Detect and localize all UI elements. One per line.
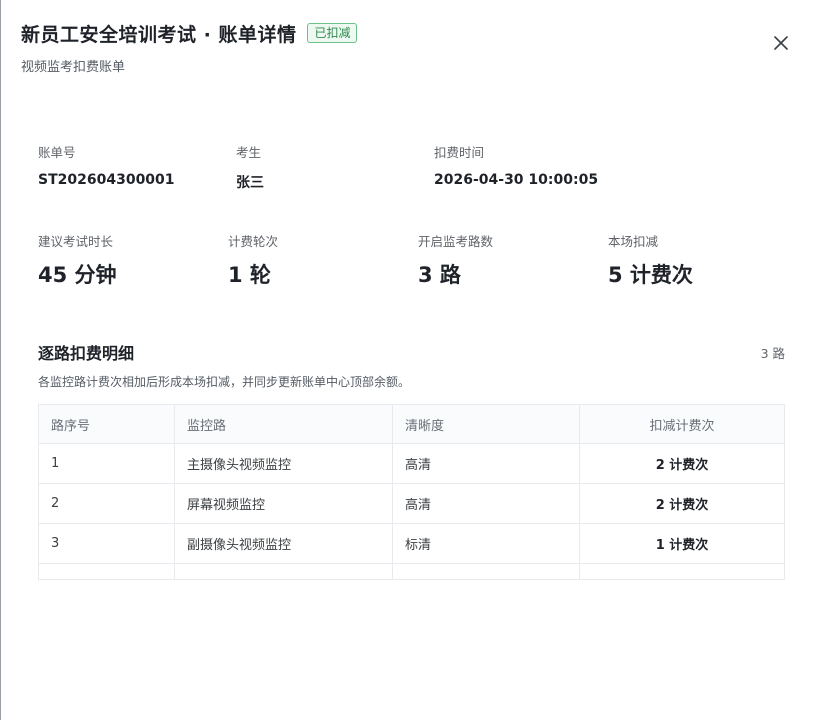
bill-detail-dialog: 新员工安全培训考试 · 账单详情 已扣减 视频监考扣费账单 账单号 ST2026…	[0, 0, 820, 720]
stat-billing-rounds: 计费轮次 1 轮	[228, 231, 418, 289]
stat-value: 45 分钟	[38, 263, 117, 287]
info-label: 考生	[236, 145, 262, 160]
section-header: 逐路扣费明细 3 路	[38, 340, 785, 364]
stat-label: 本场扣减	[608, 234, 659, 249]
cell-clarity: 标清	[392, 523, 580, 564]
cell-deduction: 2 计费次	[579, 443, 785, 484]
dialog-header: 新员工安全培训考试 · 账单详情 已扣减 视频监考扣费账单	[21, 18, 800, 75]
per-channel-detail-section: 逐路扣费明细 3 路 各监控路计费次相加后形成本场扣减，并同步更新账单中心顶部余…	[38, 340, 785, 580]
bill-info-grid: 账单号 ST202604300001 考生 张三 扣费时间 2026-04-30…	[38, 142, 798, 289]
column-header-deduction: 扣减计费次	[579, 404, 785, 444]
column-header-index: 路序号	[38, 404, 175, 444]
stat-label: 建议考试时长	[38, 234, 114, 249]
status-badge: 已扣减	[307, 23, 358, 43]
page-subtitle: 视频监考扣费账单	[21, 60, 126, 75]
stat-monitor-channels: 开启监考路数 3 路	[418, 231, 608, 289]
stat-exam-duration: 建议考试时长 45 分钟	[38, 231, 228, 289]
stat-label: 计费轮次	[228, 234, 279, 249]
cell-clarity: 高清	[392, 443, 580, 484]
column-header-clarity: 清晰度	[392, 404, 580, 444]
table-row: 3 副摄像头视频监控 标清 1 计费次	[38, 523, 785, 564]
info-value: ST202604300001	[38, 172, 175, 188]
cell-index: 2	[38, 483, 175, 524]
info-examinee: 考生 张三	[236, 142, 434, 192]
info-bill-number: 账单号 ST202604300001	[38, 142, 236, 192]
section-title: 逐路扣费明细	[38, 344, 135, 363]
table-row: 2 屏幕视频监控 高清 2 计费次	[38, 483, 785, 524]
cell-deduction: 2 计费次	[579, 483, 785, 524]
title-row: 新员工安全培训考试 · 账单详情 已扣减	[21, 18, 800, 48]
info-label: 扣费时间	[434, 145, 485, 160]
info-row-2: 建议考试时长 45 分钟 计费轮次 1 轮 开启监考路数 3 路 本场扣减 5 …	[38, 231, 798, 289]
section-description: 各监控路计费次相加后形成本场扣减，并同步更新账单中心顶部余额。	[38, 375, 411, 389]
cell-channel: 屏幕视频监控	[174, 483, 393, 524]
close-icon	[774, 36, 788, 50]
info-row-1: 账单号 ST202604300001 考生 张三 扣费时间 2026-04-30…	[38, 142, 798, 192]
column-header-channel: 监控路	[174, 404, 393, 444]
stat-label: 开启监考路数	[418, 234, 494, 249]
stat-session-deduction: 本场扣减 5 计费次	[608, 231, 798, 289]
table-spacer-row	[38, 563, 785, 580]
info-value: 2026-04-30 10:00:05	[434, 172, 599, 188]
section-count: 3 路	[760, 345, 785, 361]
table-row: 1 主摄像头视频监控 高清 2 计费次	[38, 443, 785, 484]
info-value: 张三	[236, 175, 264, 191]
cell-clarity: 高清	[392, 483, 580, 524]
stat-value: 3 路	[418, 263, 461, 287]
page-title: 新员工安全培训考试 · 账单详情	[21, 23, 297, 46]
cell-index: 1	[38, 443, 175, 484]
table-header-row: 路序号 监控路 清晰度 扣减计费次	[38, 404, 785, 444]
stat-value: 5 计费次	[608, 263, 693, 287]
info-label: 账单号	[38, 145, 76, 160]
deduction-table: 路序号 监控路 清晰度 扣减计费次 1 主摄像头视频监控 高清 2 计费次 2 …	[38, 404, 785, 580]
cell-channel: 主摄像头视频监控	[174, 443, 393, 484]
cell-deduction: 1 计费次	[579, 523, 785, 564]
close-button[interactable]	[774, 36, 792, 54]
cell-channel: 副摄像头视频监控	[174, 523, 393, 564]
info-charge-time: 扣费时间 2026-04-30 10:00:05	[434, 142, 632, 192]
stat-value: 1 轮	[228, 263, 271, 287]
cell-index: 3	[38, 523, 175, 564]
